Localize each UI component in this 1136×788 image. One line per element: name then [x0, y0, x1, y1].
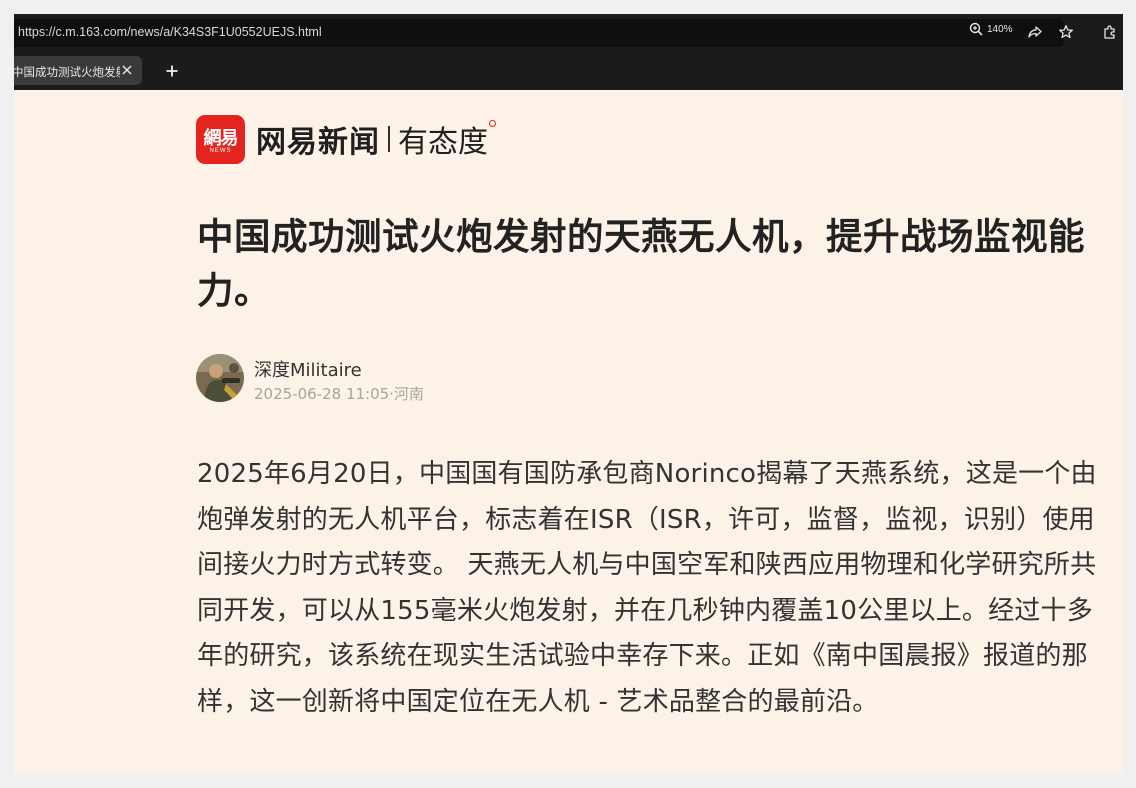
- new-tab-button[interactable]: [162, 61, 182, 81]
- netease-news-logo[interactable]: 網易 NEWS: [196, 114, 245, 164]
- address-bar: https://c.m.163.com/news/a/K34S3F1U0552U…: [14, 14, 1123, 52]
- publish-meta: 2025-06-28 11:05·河南: [254, 385, 424, 403]
- extensions-button[interactable]: [1100, 22, 1120, 42]
- share-icon: [1028, 26, 1042, 38]
- close-icon: [122, 65, 132, 75]
- url-text[interactable]: https://c.m.163.com/news/a/K34S3F1U0552U…: [18, 25, 322, 39]
- tab-close-button[interactable]: [120, 63, 134, 77]
- author-avatar-image: [196, 354, 244, 402]
- site-header[interactable]: 網易 NEWS 网易新闻 有态度: [196, 114, 496, 164]
- logo-mark-text: 網易: [203, 127, 239, 149]
- share-button[interactable]: [1025, 22, 1045, 42]
- brand-slogan-text: 有态度: [398, 125, 488, 160]
- page-content: 網易 NEWS 网易新闻 有态度 中国成功测试火炮发射的天燕无人机，提升战场监视…: [14, 90, 1123, 774]
- tab-title: 中国成功测试火炮发射的天燕无人机: [14, 65, 120, 79]
- article-body: 2025年6月20日，中国国有国防承包商Norinco揭幕了天燕系统，这是一个由…: [197, 459, 1097, 717]
- zoom-in-icon: [969, 22, 983, 36]
- url-field[interactable]: https://c.m.163.com/news/a/K34S3F1U0552U…: [14, 19, 1064, 47]
- avatar[interactable]: [196, 354, 244, 402]
- brand-divider: [388, 126, 390, 152]
- tab-active[interactable]: 中国成功测试火炮发射的天燕无人机: [14, 56, 142, 85]
- slogan-dot-icon: [489, 120, 496, 127]
- zoom-indicator[interactable]: 140%: [969, 22, 1013, 36]
- brand-slogan: 有态度: [398, 117, 496, 161]
- author-name[interactable]: 深度Militaire: [254, 356, 362, 382]
- browser-window: https://c.m.163.com/news/a/K34S3F1U0552U…: [14, 14, 1123, 774]
- plus-icon: [166, 65, 178, 77]
- extensions-icon: [1104, 25, 1115, 39]
- favorite-button[interactable]: [1056, 22, 1076, 42]
- brand-name: 网易新闻: [256, 125, 380, 160]
- tab-strip: 中国成功测试火炮发射的天燕无人机: [14, 52, 1123, 90]
- logo-sub-text: NEWS: [209, 147, 232, 154]
- article-title: 中国成功测试火炮发射的天燕无人机，提升战场监视能力。: [197, 215, 1085, 312]
- zoom-level: 140%: [987, 23, 1013, 35]
- star-icon: [1059, 25, 1073, 39]
